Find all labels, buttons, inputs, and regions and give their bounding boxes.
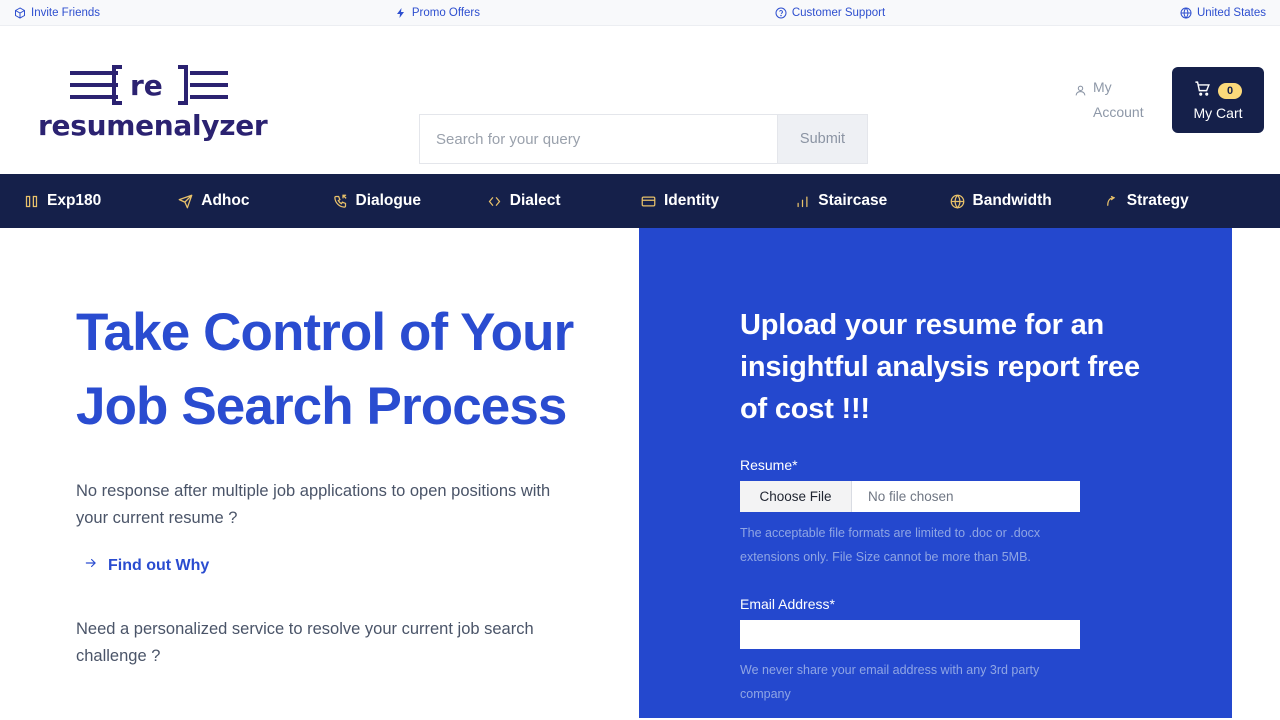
nav-item-staircase[interactable]: Staircase xyxy=(795,192,949,210)
choose-file-button[interactable]: Choose File xyxy=(740,481,852,512)
my-account-link[interactable]: My Account xyxy=(1074,75,1146,125)
code-brackets-icon xyxy=(487,194,502,209)
nav-label-identity: Identity xyxy=(664,192,720,209)
account-line-2: Account xyxy=(1093,104,1144,120)
logo-mark-text: re xyxy=(130,69,163,102)
nav-label-dialogue: Dialogue xyxy=(355,192,421,209)
nav-label-strategy: Strategy xyxy=(1126,192,1189,209)
cart-count-badge: 0 xyxy=(1217,82,1243,99)
email-field[interactable] xyxy=(740,620,1080,649)
nav-item-identity[interactable]: Identity xyxy=(641,192,795,210)
topbar-label-promo-offers: Promo Offers xyxy=(411,6,481,19)
logo-wordmark: resumenalyzer xyxy=(38,108,268,142)
topbar-item-promo-offers[interactable]: Promo Offers xyxy=(395,7,480,19)
paper-plane-icon xyxy=(178,194,193,209)
hero-section: Take Control of Your Job Search Process … xyxy=(0,228,1280,718)
topbar-item-customer-support[interactable]: Customer Support xyxy=(775,7,885,19)
person-icon xyxy=(1074,80,1087,105)
topbar-label-country: United States xyxy=(1196,6,1267,19)
resume-file-input[interactable]: Choose File No file chosen xyxy=(740,481,1080,512)
utility-topbar: Invite Friends Promo Offers Customer Sup… xyxy=(0,0,1280,26)
lightning-bolt-icon xyxy=(395,7,407,19)
nav-item-strategy[interactable]: Strategy xyxy=(1104,192,1258,210)
nav-item-bandwidth[interactable]: Bandwidth xyxy=(950,192,1104,210)
find-out-why-label: Find out Why xyxy=(108,556,210,574)
globe-icon xyxy=(950,194,965,209)
resume-hint-text: The acceptable file formats are limited … xyxy=(740,526,1041,564)
nav-label-exp180: Exp180 xyxy=(47,192,102,209)
card-icon xyxy=(641,194,656,209)
hero-paragraph-1: No response after multiple job applicati… xyxy=(76,482,551,527)
search-bar: Submit xyxy=(419,114,868,164)
find-out-why-link[interactable]: Find out Why xyxy=(76,556,209,575)
my-account-label: My Account xyxy=(1093,75,1146,125)
phone-incoming-icon xyxy=(333,194,348,209)
site-logo[interactable]: re resumenalyzer xyxy=(38,61,268,142)
topbar-label-invite-friends: Invite Friends xyxy=(31,6,101,19)
account-line-1: My xyxy=(1093,78,1112,95)
main-navigation: Exp180 Adhoc Dialogue Dialect Identity S… xyxy=(0,174,1280,228)
nav-item-exp180[interactable]: Exp180 xyxy=(24,192,178,210)
email-hint-text: We never share your email address with a… xyxy=(740,663,1040,701)
file-status-text: No file chosen xyxy=(868,489,954,504)
search-input[interactable] xyxy=(420,115,777,163)
my-cart-button[interactable]: 0 My Cart xyxy=(1172,67,1264,133)
shopping-cart-icon xyxy=(1194,80,1211,102)
nav-label-adhoc: Adhoc xyxy=(201,192,250,209)
hero-left-column: Take Control of Your Job Search Process … xyxy=(0,228,639,718)
logo-bracket-mark: re xyxy=(70,64,228,105)
arrow-right-icon xyxy=(84,556,98,575)
nav-label-dialect: Dialect xyxy=(509,192,561,209)
nav-label-staircase: Staircase xyxy=(818,192,888,209)
cart-row: 0 xyxy=(1194,80,1243,102)
topbar-label-customer-support: Customer Support xyxy=(791,6,886,19)
page-title: Take Control of Your Job Search Process xyxy=(76,303,574,436)
nav-item-dialect[interactable]: Dialect xyxy=(487,192,641,210)
topbar-item-invite-friends[interactable]: Invite Friends xyxy=(14,7,100,19)
globe-icon xyxy=(1180,7,1192,19)
help-circle-icon xyxy=(775,7,787,19)
arrow-up-right-icon xyxy=(1104,194,1119,209)
email-field-label: Email Address* xyxy=(740,596,835,612)
upload-panel: Upload your resume for an insightful ana… xyxy=(639,228,1256,718)
nav-item-dialogue[interactable]: Dialogue xyxy=(333,192,487,210)
header-actions: My Account 0 My Cart xyxy=(1074,67,1264,133)
nav-item-adhoc[interactable]: Adhoc xyxy=(178,192,332,210)
columns-icon xyxy=(24,194,39,209)
resume-field-label: Resume* xyxy=(740,457,798,473)
site-header: re resumenalyzer Submit My Account xyxy=(0,26,1280,174)
search-submit-button[interactable]: Submit xyxy=(777,115,867,163)
upload-panel-title: Upload your resume for an insightful ana… xyxy=(740,309,1140,425)
topbar-item-country-selector[interactable]: United States xyxy=(1180,7,1266,19)
bar-chart-icon xyxy=(795,194,810,209)
gift-box-icon xyxy=(14,6,26,19)
nav-label-bandwidth: Bandwidth xyxy=(972,192,1052,209)
hero-paragraph-2: Need a personalized service to resolve y… xyxy=(76,620,534,665)
cart-label: My Cart xyxy=(1193,104,1243,121)
